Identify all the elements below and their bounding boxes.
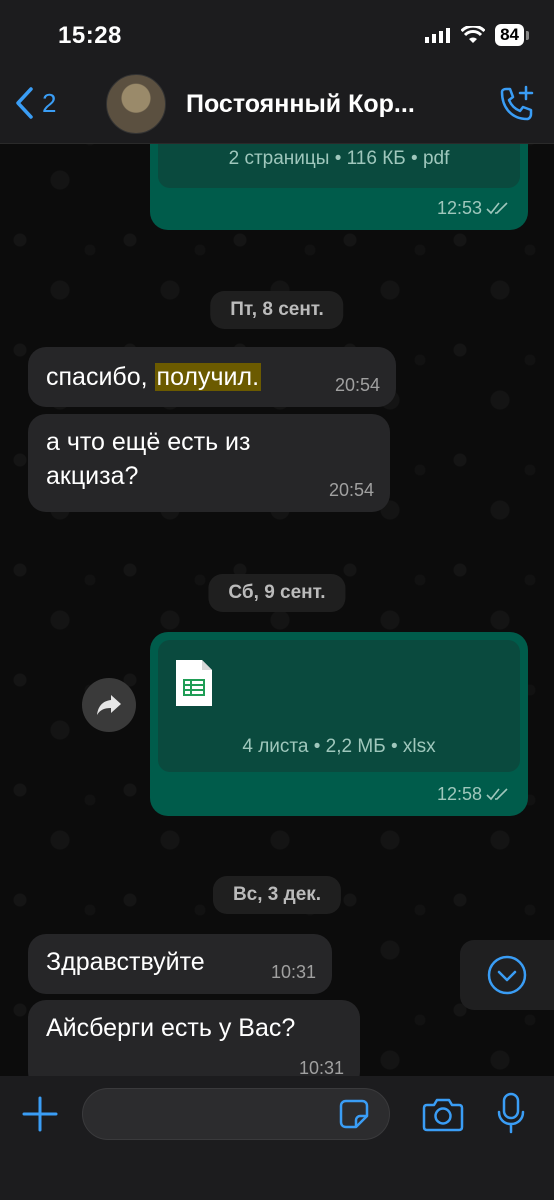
message-text: Айсберги есть у Вас?: [46, 1014, 296, 1042]
spreadsheet-file-icon: [176, 660, 212, 706]
message-text: а что ещё есть из акциза?: [46, 428, 251, 490]
message-time: 10:31: [270, 961, 316, 982]
incoming-message[interactable]: спасибо, получил. 20:54: [28, 347, 396, 407]
unread-count: 2: [42, 87, 57, 118]
plus-icon: [22, 1096, 58, 1132]
microphone-icon: [497, 1092, 525, 1134]
back-button[interactable]: 2: [14, 86, 56, 120]
search-highlight: получил.: [154, 363, 262, 391]
message-time: 20:54: [334, 374, 380, 395]
date-separator: Вс, 3 дек.: [212, 876, 342, 914]
document-info: 4 листа • 2,2 МБ • xlsx: [242, 736, 436, 757]
signal-icon: [425, 28, 451, 43]
chevron-down-circle-icon: [487, 955, 527, 995]
message-time: 12:58: [436, 783, 482, 804]
microphone-button[interactable]: [496, 1092, 526, 1141]
incoming-message[interactable]: Здравствуйте 10:31: [28, 934, 332, 994]
camera-button[interactable]: [422, 1096, 464, 1137]
status-bar: 15:28 84: [0, 0, 554, 70]
avatar[interactable]: [106, 74, 166, 134]
battery-indicator: 84: [495, 24, 529, 46]
status-time: 15:28: [58, 22, 122, 49]
wifi-icon: [461, 26, 486, 43]
message-time: 12:53: [436, 197, 482, 218]
message-text: Здравствуйте: [46, 948, 205, 976]
attach-button[interactable]: [20, 1094, 60, 1139]
date-separator: Сб, 9 сент.: [208, 574, 346, 612]
forward-button[interactable]: [82, 678, 136, 732]
double-check-icon: [486, 202, 508, 215]
document-info: 2 страницы • 116 КБ • pdf: [228, 148, 450, 169]
chat-header: 2 Постоянный Кор...: [0, 70, 554, 144]
sticker-button[interactable]: [338, 1098, 370, 1135]
message-text: спасибо,: [46, 363, 155, 391]
chat-title[interactable]: Постоянный Кор...: [186, 90, 415, 119]
document-preview[interactable]: 4 листа • 2,2 МБ • xlsx: [158, 640, 520, 772]
sticker-icon: [339, 1099, 369, 1129]
incoming-message[interactable]: а что ещё есть из акциза? 20:54: [28, 414, 390, 512]
phone-plus-icon: [500, 85, 534, 121]
message-time: 20:54: [328, 479, 374, 500]
double-check-icon: [486, 788, 508, 801]
camera-icon: [422, 1098, 464, 1132]
forward-arrow-icon: [97, 695, 121, 715]
outgoing-document-message[interactable]: 4 листа • 2,2 МБ • xlsx 12:58: [150, 632, 528, 816]
chevron-left-icon: [16, 87, 33, 119]
scroll-to-bottom-button[interactable]: [460, 940, 554, 1010]
add-call-button[interactable]: [494, 84, 538, 133]
date-separator: Пт, 8 сент.: [210, 291, 344, 329]
message-composer: [0, 1076, 554, 1200]
